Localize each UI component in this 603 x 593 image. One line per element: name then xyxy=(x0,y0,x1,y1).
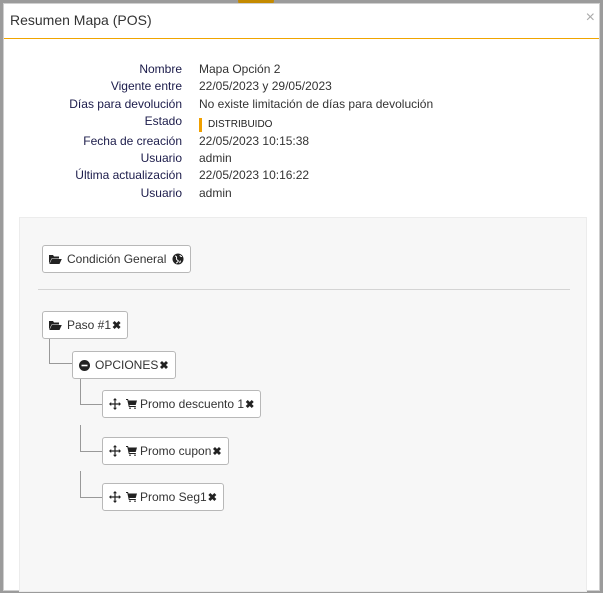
options-label: OPCIONES xyxy=(95,358,159,372)
minus-circle-icon xyxy=(79,359,90,371)
vigente-value: 22/05/2023 y 29/05/2023 xyxy=(199,79,332,94)
general-condition-node[interactable]: Condición General xyxy=(42,245,192,273)
promo-label-2: Promo cupon xyxy=(140,444,212,458)
connector xyxy=(80,378,81,404)
remove-promo-3-icon[interactable]: ✖ xyxy=(208,491,217,504)
dias-value: No existe limitación de días para devolu… xyxy=(199,96,434,111)
dias-label: Días para devolución xyxy=(69,96,182,111)
info-row-estado: Estado DISTRIBUIDO xyxy=(4,114,601,134)
divider xyxy=(38,289,570,290)
promo-node-2[interactable]: Promo cupon ✖ xyxy=(102,437,229,465)
info-row-fecha: Fecha de creación 22/05/2023 10:15:38 xyxy=(4,134,601,151)
usuario-value-2: admin xyxy=(199,185,232,200)
info-row-nombre: Nombre Mapa Opción 2 xyxy=(4,62,601,79)
nombre-value: Mapa Opción 2 xyxy=(199,62,281,76)
connector xyxy=(49,363,73,364)
close-button[interactable]: × xyxy=(586,10,595,26)
connector xyxy=(80,471,81,497)
cart-icon xyxy=(126,399,137,409)
promo-node-3[interactable]: Promo Seg1 ✖ xyxy=(102,483,224,511)
remove-step-icon[interactable]: ✖ xyxy=(112,319,121,332)
step-label: Paso #1 xyxy=(67,318,112,332)
move-icon[interactable] xyxy=(109,491,121,503)
globe-icon xyxy=(172,253,184,265)
promo-node-1[interactable]: Promo descuento 1 ✖ xyxy=(102,390,262,418)
remove-promo-1-icon[interactable]: ✖ xyxy=(245,398,254,411)
cart-icon xyxy=(126,446,137,456)
tree-panel: Condición General Paso #1 ✖ OPCIONES ✖ P… xyxy=(19,217,587,592)
fecha-value: 22/05/2023 10:15:38 xyxy=(199,133,310,148)
connector xyxy=(49,338,50,363)
remove-options-icon[interactable]: ✖ xyxy=(159,359,168,372)
folder-open-icon xyxy=(49,254,62,265)
modal-header: Resumen Mapa (POS) × xyxy=(4,4,599,39)
estado-label: Estado xyxy=(144,113,182,128)
info-row-usuario1: Usuario admin xyxy=(4,151,601,168)
step-node[interactable]: Paso #1 ✖ xyxy=(42,311,129,339)
info-row-ultima: Última actualización 22/05/2023 10:16:22 xyxy=(4,168,601,185)
remove-promo-2-icon[interactable]: ✖ xyxy=(212,445,221,458)
vigente-label: Vigente entre xyxy=(110,79,182,94)
cart-icon xyxy=(126,492,137,502)
promo-label-1: Promo descuento 1 xyxy=(140,397,245,411)
move-icon[interactable] xyxy=(109,398,121,410)
modal-title: Resumen Mapa (POS) xyxy=(10,12,152,28)
status-badge: DISTRIBUIDO xyxy=(199,117,272,132)
move-icon[interactable] xyxy=(109,445,121,457)
usuario-label-2: Usuario xyxy=(140,185,182,200)
nombre-label: Nombre xyxy=(139,62,182,76)
info-row-dias: Días para devolución No existe limitació… xyxy=(4,97,601,114)
general-condition-label: Condición General xyxy=(67,252,167,266)
ultima-value: 22/05/2023 10:16:22 xyxy=(199,168,310,183)
fecha-label: Fecha de creación xyxy=(83,133,182,148)
ultima-label: Última actualización xyxy=(75,168,182,183)
usuario-value: admin xyxy=(199,151,232,166)
map-info: Nombre Mapa Opción 2 Vigente entre 22/05… xyxy=(4,62,601,203)
estado-value-wrap: DISTRIBUIDO xyxy=(199,114,272,132)
connector xyxy=(80,425,81,451)
folder-open-icon xyxy=(49,320,62,331)
info-row-usuario2: Usuario admin xyxy=(4,186,601,203)
info-row-vigente: Vigente entre 22/05/2023 y 29/05/2023 xyxy=(4,79,601,96)
usuario-label: Usuario xyxy=(140,151,182,166)
options-node[interactable]: OPCIONES ✖ xyxy=(72,351,176,379)
summary-modal: Resumen Mapa (POS) × Nombre Mapa Opción … xyxy=(3,3,601,592)
promo-label-3: Promo Seg1 xyxy=(140,490,207,504)
